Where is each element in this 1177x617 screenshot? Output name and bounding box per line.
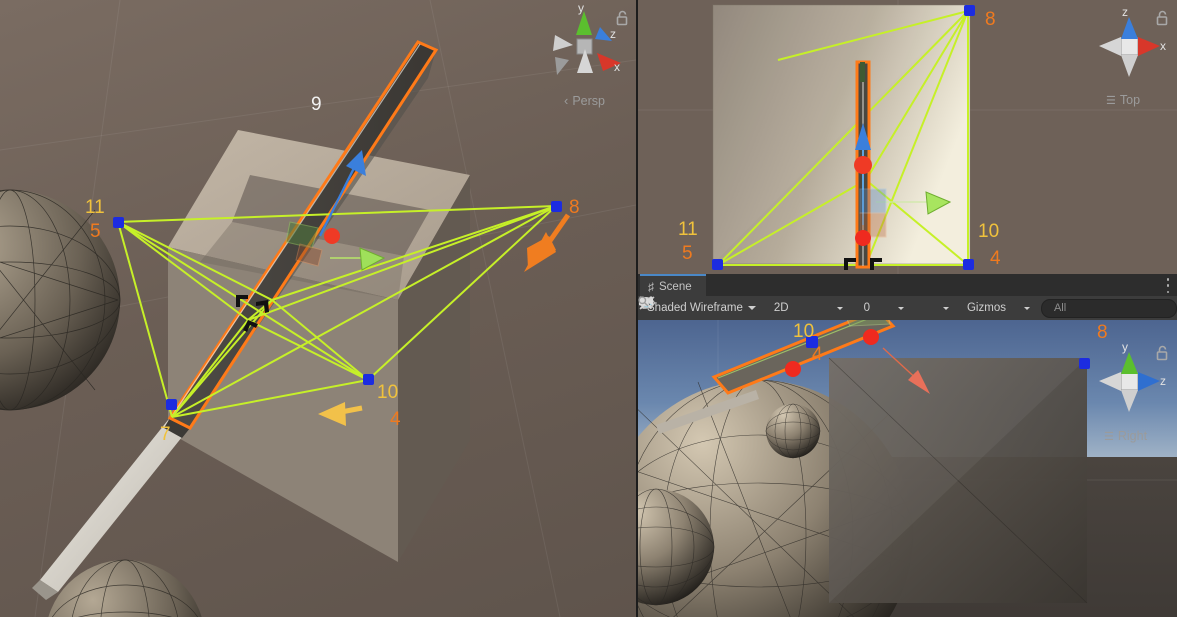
chevron-down-icon bbox=[1023, 306, 1030, 310]
background-sphere-left bbox=[0, 189, 121, 411]
scene-visibility-button[interactable]: 0 bbox=[638, 296, 875, 318]
right-viewport[interactable]: 10 4 8 y z ☰ Right bbox=[638, 320, 1177, 617]
chevron-left-icon: ‹ bbox=[564, 93, 569, 108]
scene-tabstrip: ♯ Scene bbox=[638, 274, 1177, 298]
unity-editor-root: 9 11 5 8 10 4 7 y z x ‹ Persp 8 11 5 10 … bbox=[0, 0, 1177, 617]
persp-gizmo-svg bbox=[553, 11, 621, 75]
persp-orientation-label: Persp bbox=[572, 93, 605, 108]
persp-viewport[interactable]: 9 11 5 8 10 4 7 y z x ‹ Persp bbox=[0, 0, 636, 617]
scene-search-placeholder: All bbox=[1053, 302, 1067, 314]
more-options-icon[interactable] bbox=[1166, 278, 1170, 293]
chevron-down-icon bbox=[836, 306, 843, 310]
scene-visibility-count: 0 bbox=[863, 302, 870, 314]
scene-search-field[interactable]: All bbox=[638, 296, 1177, 318]
tab-scene-label: Scene bbox=[659, 281, 692, 293]
right-lock-glyph bbox=[1156, 345, 1168, 361]
top-axis-label-z: z bbox=[1122, 5, 1128, 19]
top-viewport[interactable]: 8 11 5 10 4 z x ☰ Top bbox=[638, 0, 1177, 274]
chevron-down-icon bbox=[897, 306, 904, 310]
right-axis-label-z: z bbox=[1160, 374, 1166, 388]
persp-orientation-gizmo[interactable]: y z x bbox=[545, 1, 625, 85]
grid-hash-icon: ♯ bbox=[648, 280, 654, 294]
chevron-down-icon bbox=[942, 306, 949, 310]
persp-axis-label-z: z bbox=[610, 27, 616, 41]
scene-toolbar: Shaded Wireframe 2D 0 Gizmos All bbox=[638, 296, 1177, 321]
persp-scene-graphics bbox=[0, 0, 636, 617]
right-vertex-8-point bbox=[1079, 358, 1090, 369]
right-orientation-label-group[interactable]: ☰ Right bbox=[1104, 429, 1147, 443]
gizmos-button[interactable]: Gizmos bbox=[962, 299, 1011, 318]
orange-translate-arrow-right bbox=[524, 213, 571, 272]
grid-snap-dropdown[interactable] bbox=[893, 299, 909, 318]
persp-axis-label-y: y bbox=[578, 1, 584, 15]
grid-snap-button[interactable] bbox=[640, 297, 893, 318]
gizmos-label: Gizmos bbox=[966, 302, 1006, 314]
top-orientation-label: Top bbox=[1119, 93, 1141, 107]
top-lock-glyph bbox=[1156, 10, 1168, 26]
hamburger-icon: ☰ bbox=[1104, 430, 1114, 443]
scene-camera-button[interactable] bbox=[639, 298, 954, 318]
tab-scene[interactable]: ♯ Scene bbox=[640, 274, 706, 298]
chevron-down-icon bbox=[747, 306, 756, 310]
right-orientation-label: Right bbox=[1117, 429, 1148, 443]
2d-toggle-label: 2D bbox=[773, 302, 789, 314]
hamburger-icon: ☰ bbox=[1106, 94, 1116, 107]
draw-mode-dropdown[interactable]: Shaded Wireframe bbox=[642, 299, 761, 318]
lighting-toggle-button[interactable] bbox=[640, 297, 812, 318]
draw-mode-label: Shaded Wireframe bbox=[647, 302, 743, 314]
top-orientation-label-group[interactable]: ☰ Top bbox=[1106, 93, 1140, 107]
2d-toggle-button[interactable]: 2D bbox=[769, 299, 794, 318]
fx-dropdown-button[interactable] bbox=[832, 299, 848, 318]
persp-orientation-label-group[interactable]: ‹ Persp bbox=[564, 93, 605, 108]
gizmos-dropdown[interactable] bbox=[1019, 299, 1035, 318]
persp-axis-label-x: x bbox=[614, 60, 620, 74]
persp-lock-glyph bbox=[616, 10, 628, 26]
tool-settings-button[interactable] bbox=[639, 296, 927, 318]
right-axis-label-y: y bbox=[1122, 340, 1128, 354]
top-axis-label-x: x bbox=[1160, 39, 1166, 53]
right-small-sphere-mid bbox=[765, 403, 821, 459]
fx-toggle-button[interactable] bbox=[639, 297, 832, 318]
audio-toggle-button[interactable] bbox=[639, 298, 822, 318]
scene-window: ♯ Scene Shaded Wireframe 2D 0 Gizmos All… bbox=[638, 274, 1177, 617]
